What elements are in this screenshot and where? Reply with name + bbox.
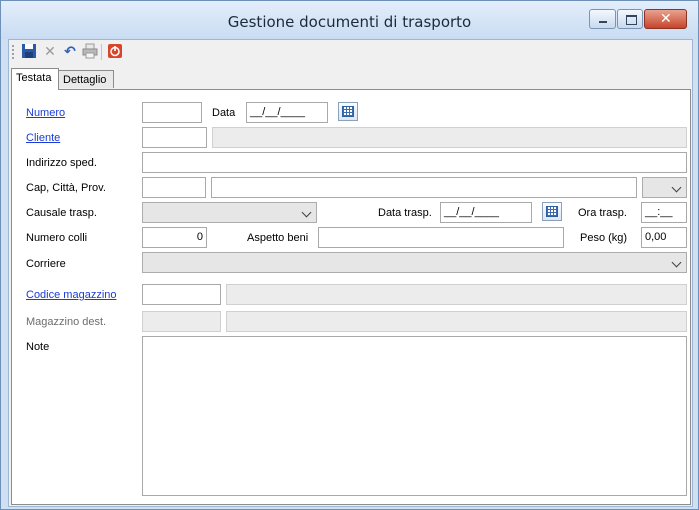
maximize-button[interactable] [617,9,643,29]
print-icon[interactable] [81,43,99,61]
codice-magazzino-link[interactable]: Codice magazzino [26,289,117,301]
cap-citta-prov-label: Cap, Città, Prov. [26,182,106,194]
magazzino-dest-label: Magazzino dest. [26,316,107,328]
testata-panel: Numero Data __/__/____ Cliente Indirizzo… [11,89,691,505]
numero-colli-input[interactable]: 0 [142,227,207,248]
toolbar-separator [101,44,102,60]
peso-input[interactable]: 0,00 [641,227,687,248]
toolbar-grip[interactable] [12,45,16,59]
minimize-icon [599,21,607,23]
toolbar: ✕ ↶ [9,40,692,64]
tab-label: Testata [16,72,52,84]
cliente-code-input[interactable] [142,127,207,148]
tab-dettaglio[interactable]: Dettaglio [58,70,114,88]
causale-label: Causale trasp. [26,207,97,219]
cliente-name-field [212,127,687,148]
causale-select[interactable] [142,202,317,223]
indirizzo-label: Indirizzo sped. [26,157,97,169]
data-input[interactable]: __/__/____ [246,102,328,123]
title-bar[interactable]: Gestione documenti di trasporto ✕ [1,1,698,39]
maximize-icon [626,15,637,25]
cliente-link[interactable]: Cliente [26,132,60,144]
calendar-icon [342,106,354,117]
prov-select[interactable] [642,177,687,198]
ora-trasp-input[interactable]: __:__ [641,202,687,223]
magazzino-name-field [226,284,687,305]
chevron-down-icon [671,182,682,193]
indirizzo-input[interactable] [142,152,687,173]
calendar-icon [546,206,558,217]
codice-magazzino-input[interactable] [142,284,221,305]
corriere-label: Corriere [26,258,66,270]
numero-input[interactable] [142,102,202,123]
minimize-button[interactable] [589,9,616,29]
close-button[interactable]: ✕ [644,9,687,29]
aspetto-beni-input[interactable] [318,227,564,248]
note-textarea[interactable] [142,336,687,496]
note-label: Note [26,341,50,353]
client-area: ✕ ↶ Testata Dettaglio Numero Data __/__/… [8,39,693,507]
power-icon[interactable] [106,43,124,61]
numero-link[interactable]: Numero [26,107,65,119]
app-window: Gestione documenti di trasporto ✕ ✕ ↶ Te… [0,0,699,510]
save-icon[interactable] [20,43,38,61]
data-trasp-label: Data trasp. [378,207,432,219]
delete-icon[interactable]: ✕ [41,43,59,61]
tab-label: Dettaglio [63,74,107,86]
data-calendar-button[interactable] [338,102,358,121]
chevron-down-icon [671,257,682,268]
magazzino-dest-code-field [142,311,221,332]
chevron-down-icon [301,207,312,218]
ora-trasp-label: Ora trasp. [578,207,627,219]
undo-icon[interactable]: ↶ [61,43,79,61]
corriere-select[interactable] [142,252,687,273]
peso-label: Peso (kg) [580,232,628,244]
cap-input[interactable] [142,177,206,198]
data-trasp-input[interactable]: __/__/____ [440,202,532,223]
numero-colli-label: Numero colli [26,232,88,244]
magazzino-dest-name-field [226,311,687,332]
aspetto-beni-label: Aspetto beni [247,232,309,244]
data-trasp-calendar-button[interactable] [542,202,562,221]
data-label: Data [212,107,236,119]
tab-testata[interactable]: Testata [11,68,59,90]
citta-input[interactable] [211,177,637,198]
close-icon: ✕ [660,11,672,27]
